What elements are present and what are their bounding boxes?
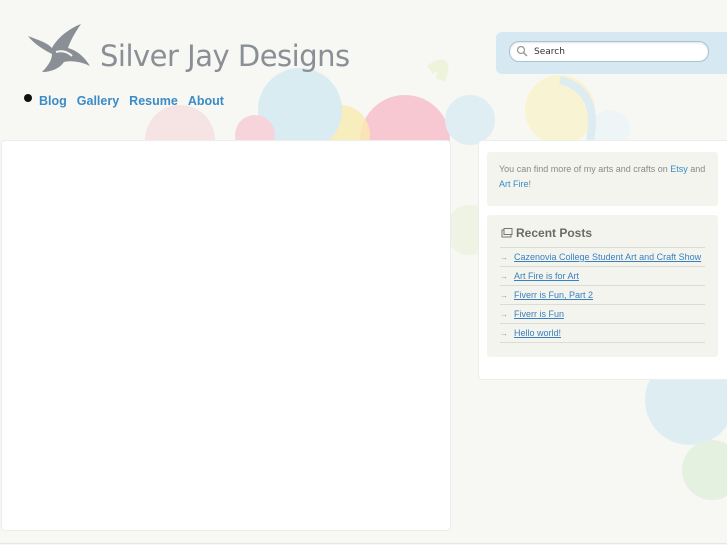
nav-item-about[interactable]: About xyxy=(188,94,224,108)
recent-post-link[interactable]: Hello world! xyxy=(514,328,561,338)
art-fire-link[interactable]: Art Fire xyxy=(499,179,529,189)
arrow-right-icon: → xyxy=(500,309,508,319)
arrow-right-icon: → xyxy=(500,290,508,300)
recent-posts-widget: Recent Posts → Cazenovia College Student … xyxy=(487,215,718,357)
bullet-icon xyxy=(24,94,32,102)
recent-posts-list: → Cazenovia College Student Art and Craft… xyxy=(500,247,705,343)
main-nav: Blog Gallery Resume About xyxy=(24,94,234,108)
list-item: → Fiverr is Fun xyxy=(500,304,705,323)
search-box[interactable] xyxy=(509,41,709,62)
magnifier-icon xyxy=(516,45,528,57)
list-item: → Hello world! xyxy=(500,323,705,343)
text-widget-middle: and xyxy=(687,164,706,174)
recent-posts-title: Recent Posts xyxy=(516,226,593,240)
arrow-right-icon: → xyxy=(500,271,508,281)
sidebar: You can find more of my arts and crafts … xyxy=(478,140,727,380)
list-item: → Fiverr is Fun, Part 2 xyxy=(500,285,705,304)
text-widget-suffix: ! xyxy=(528,179,532,189)
recent-posts-heading: Recent Posts xyxy=(501,226,592,240)
recent-post-link[interactable]: Fiverr is Fun, Part 2 xyxy=(514,290,593,300)
recent-post-link[interactable]: Art Fire is for Art xyxy=(514,271,579,281)
posts-icon xyxy=(501,228,513,238)
nav-item-resume[interactable]: Resume xyxy=(129,94,178,108)
main-content-panel xyxy=(1,140,451,531)
nav-item-blog[interactable]: Blog xyxy=(39,94,67,108)
text-widget: You can find more of my arts and crafts … xyxy=(487,152,718,206)
recent-post-link[interactable]: Cazenovia College Student Art and Craft … xyxy=(514,252,701,262)
recent-post-link[interactable]: Fiverr is Fun xyxy=(514,309,564,319)
site-logo[interactable]: Silver Jay Designs xyxy=(26,20,350,80)
footer-divider xyxy=(0,543,727,544)
search-panel xyxy=(496,32,727,74)
nav-item-gallery[interactable]: Gallery xyxy=(77,94,119,108)
etsy-link[interactable]: Etsy xyxy=(670,164,688,174)
list-item: → Cazenovia College Student Art and Craft… xyxy=(500,247,705,266)
swallow-bird-icon xyxy=(28,24,90,72)
arrow-right-icon: → xyxy=(500,328,508,338)
site-title: Silver Jay Designs xyxy=(100,39,350,73)
search-input[interactable] xyxy=(534,44,699,59)
list-item: → Art Fire is for Art xyxy=(500,266,705,285)
text-widget-body: You can find more of my arts and crafts … xyxy=(499,162,711,192)
arrow-right-icon: → xyxy=(500,252,508,262)
text-widget-prefix: You can find more of my arts and crafts … xyxy=(499,164,671,174)
